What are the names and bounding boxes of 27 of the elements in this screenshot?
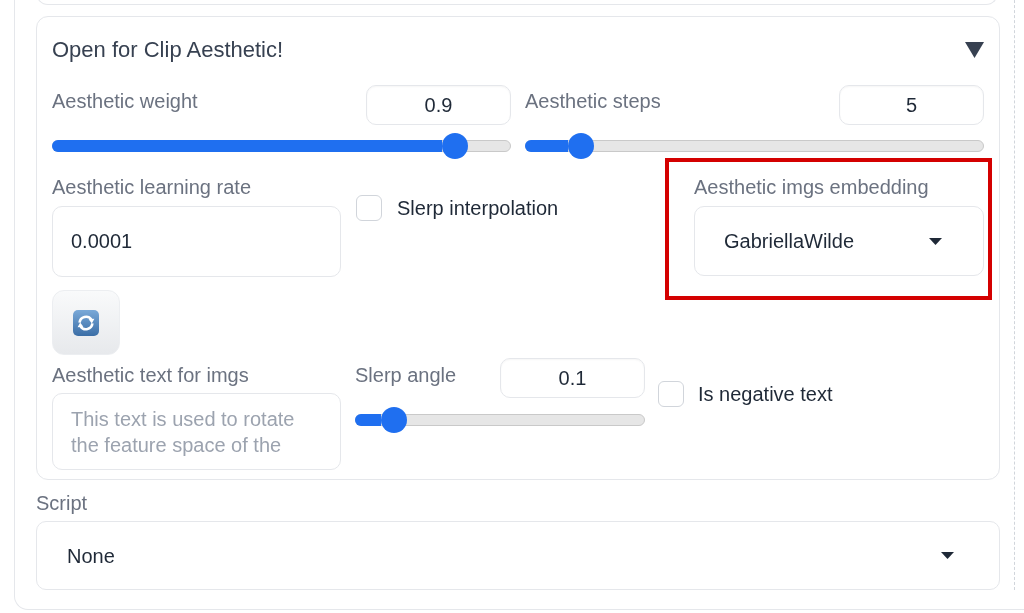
slider-thumb[interactable] — [441, 133, 468, 159]
field-label: Aesthetic imgs embedding — [694, 175, 929, 199]
field-label: Aesthetic weight — [52, 89, 198, 113]
dropdown[interactable]: None — [36, 521, 1000, 590]
slider-thumb[interactable] — [381, 407, 408, 433]
number-input[interactable]: 0.1 — [500, 358, 645, 398]
number-input[interactable]: 5 — [839, 85, 984, 125]
dropdown[interactable]: GabriellaWilde — [694, 206, 984, 276]
slider-thumb[interactable] — [568, 133, 595, 159]
caret-icon — [941, 552, 954, 559]
caret-icon — [929, 237, 942, 245]
text-input[interactable]: 0.0001 — [52, 206, 341, 277]
field-label: Aesthetic learning rate — [52, 175, 251, 199]
refresh-icon — [73, 309, 99, 336]
checkbox[interactable] — [356, 195, 382, 221]
checkbox-label[interactable]: Is negative text — [698, 382, 833, 406]
field-label: Slerp angle — [355, 363, 457, 387]
field-label: Aesthetic steps — [525, 89, 661, 113]
field-label: Aesthetic text for imgs — [52, 363, 249, 387]
checkbox-label[interactable]: Slerp interpolation — [397, 196, 559, 220]
number-input[interactable]: 0.9 — [366, 85, 511, 125]
checkbox[interactable] — [658, 381, 684, 407]
triangle-icon[interactable] — [965, 42, 984, 58]
refresh-button[interactable] — [52, 290, 120, 355]
accordion-title[interactable]: Open for Clip Aesthetic! — [52, 35, 284, 65]
text-area[interactable]: This text is used to rotate the feature space of the — [52, 393, 341, 470]
field-label: Script — [36, 491, 88, 515]
